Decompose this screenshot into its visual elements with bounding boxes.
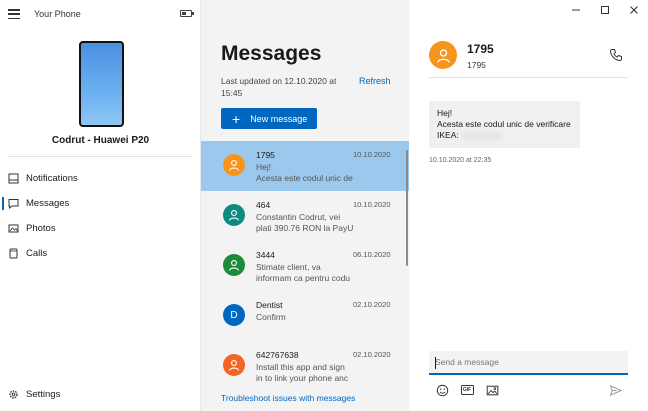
preview-line: Constantin Codrut, vei: [256, 212, 341, 222]
image-attach-icon[interactable]: [485, 383, 499, 397]
conversation-pane: 1795 1795 Hej! Acesta este codul unic de…: [409, 0, 648, 411]
close-icon[interactable]: [627, 4, 641, 16]
conversation-date: 02.10.2020: [353, 300, 391, 309]
conversation-date: 02.10.2020: [353, 350, 391, 359]
phone-image: [79, 41, 124, 127]
conversation-date: 10.10.2020: [353, 200, 391, 209]
gif-label-icon: GIF: [460, 385, 474, 395]
compose-box[interactable]: [429, 351, 628, 375]
message-line: Acesta este codul unic de verificare: [437, 119, 571, 129]
letter-avatar: D: [223, 304, 245, 326]
conversation-sender: 642767638: [256, 350, 299, 360]
photos-icon: [8, 223, 19, 234]
contact-avatar-icon: [429, 41, 457, 69]
preview-line: in to link your phone anc: [256, 373, 349, 383]
divider: [429, 77, 628, 78]
message-line: Hej!: [437, 108, 453, 118]
person-avatar-icon: [223, 154, 245, 176]
send-icon[interactable]: [608, 383, 622, 397]
conversation-list: 1795 10.10.2020 Hej! Acesta este codul u…: [201, 141, 409, 391]
hamburger-menu-icon[interactable]: [8, 9, 20, 19]
preview-line: Acesta este codul unic de: [256, 173, 353, 183]
contact-name: 1795: [467, 42, 494, 56]
conversation-item[interactable]: D Dentist 02.10.2020 Confirm: [201, 291, 409, 341]
messages-icon: [8, 198, 19, 209]
nav-item-photos[interactable]: Photos: [0, 216, 201, 241]
battery-icon: [180, 10, 194, 17]
divider: [8, 156, 193, 157]
contact-number: 1795: [467, 60, 486, 70]
conversation-date: 06.10.2020: [353, 250, 391, 259]
conversation-item[interactable]: 1795 10.10.2020 Hej! Acesta este codul u…: [201, 141, 409, 191]
conversation-sender: Dentist: [256, 300, 283, 310]
nav-list: Notifications Messages Photos Calls: [0, 166, 201, 266]
emoji-icon[interactable]: [435, 383, 449, 397]
gear-icon: [8, 389, 19, 400]
messages-pane: Messages Last updated on 12.10.2020 at 1…: [201, 0, 409, 411]
scrollbar[interactable]: [406, 150, 408, 266]
page-title: Messages: [221, 42, 322, 65]
last-updated-text: Last updated on 12.10.2020 at 15:45: [221, 76, 337, 98]
device-name: Codrut - Huawei P20: [51, 135, 150, 146]
conversation-preview: Confirm: [256, 312, 354, 323]
conversation-sender: 1795: [256, 150, 275, 160]
text-caret: [435, 357, 436, 369]
phone-call-icon[interactable]: [609, 48, 623, 62]
conversation-item[interactable]: 3444 06.10.2020 Stimate client, va infor…: [201, 241, 409, 291]
message-line: IKEA:: [437, 130, 572, 141]
conversation-sender: 3444: [256, 250, 275, 260]
message-line-text: IKEA:: [437, 130, 459, 140]
nav-item-notifications[interactable]: Notifications: [0, 166, 201, 191]
calls-icon: [8, 248, 19, 259]
preview-line: Hej!: [256, 162, 272, 172]
nav-label: Messages: [26, 198, 70, 209]
redacted-code: [461, 131, 502, 140]
person-avatar-icon: [223, 204, 245, 226]
nav-label: Notifications: [26, 173, 78, 184]
conversation-item[interactable]: 464 10.10.2020 Constantin Codrut, vei pl…: [201, 191, 409, 241]
minimize-icon[interactable]: [569, 4, 583, 16]
preview-line: informam ca pentru codu: [256, 273, 351, 283]
title-bar: Your Phone: [0, 0, 200, 28]
person-avatar-icon: [223, 354, 245, 376]
gif-icon[interactable]: GIF: [460, 383, 474, 397]
nav-item-messages[interactable]: Messages: [0, 191, 201, 216]
preview-line: Confirm: [256, 312, 286, 322]
settings-label: Settings: [26, 389, 61, 400]
app-title: Your Phone: [34, 9, 81, 19]
conversation-preview: Constantin Codrut, vei plati 390.76 RON …: [256, 212, 354, 234]
refresh-link[interactable]: Refresh: [359, 76, 391, 86]
message-input[interactable]: [435, 357, 615, 367]
new-message-button[interactable]: + New message: [221, 108, 317, 129]
new-message-label: New message: [250, 113, 308, 124]
conversation-item[interactable]: 642767638 02.10.2020 Install this app an…: [201, 341, 409, 391]
settings-button[interactable]: Settings: [0, 382, 60, 407]
conversation-preview: Stimate client, va informam ca pentru co…: [256, 262, 354, 284]
maximize-icon[interactable]: [598, 4, 612, 16]
message-timestamp: 10.10.2020 at 22:35: [429, 157, 492, 164]
message-bubble: Hej! Acesta este codul unic de verificar…: [429, 101, 580, 148]
conversation-date: 10.10.2020: [353, 150, 391, 159]
troubleshoot-link[interactable]: Troubleshoot issues with messages: [221, 393, 355, 403]
conversation-preview: Hej! Acesta este codul unic de: [256, 162, 354, 184]
nav-item-calls[interactable]: Calls: [0, 241, 201, 266]
conversation-sender: 464: [256, 200, 271, 210]
conversation-preview: Install this app and sign in to link you…: [256, 362, 354, 384]
preview-line: plati 390.76 RON la PayU: [256, 223, 354, 233]
nav-label: Photos: [26, 223, 56, 234]
preview-line: Install this app and sign: [256, 362, 345, 372]
notifications-icon: [8, 173, 19, 184]
nav-label: Calls: [26, 248, 48, 259]
left-pane: Your Phone Codrut - Huawei P20 Notificat…: [0, 0, 201, 411]
preview-line: Stimate client, va: [256, 262, 321, 272]
plus-icon: +: [232, 110, 241, 127]
person-avatar-icon: [223, 254, 245, 276]
